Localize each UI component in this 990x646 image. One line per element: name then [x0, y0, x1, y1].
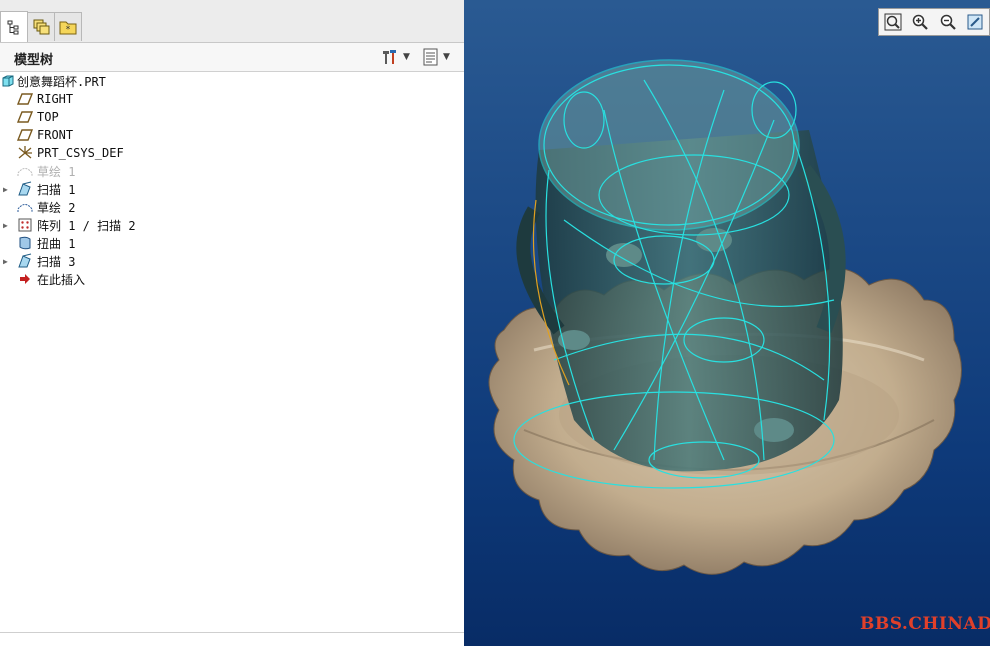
left-panel: * 模型树 ▼ ▼ 创意舞蹈杯.PRT RIGHT TOP FRONT PRT_… — [0, 0, 464, 646]
tree-item-front[interactable]: FRONT — [0, 126, 464, 144]
tree-item-csys[interactable]: PRT_CSYS_DEF — [0, 144, 464, 162]
sketch-icon — [17, 199, 33, 215]
zoom-in-icon — [913, 14, 929, 30]
sketch-icon — [17, 163, 33, 179]
zoom-fit-icon — [884, 13, 902, 31]
tree-item-sketch-2[interactable]: 草绘 2 — [0, 198, 464, 216]
part-icon — [0, 73, 16, 89]
tree-item-pattern-1[interactable]: ▶ 阵列 1 / 扫描 2 — [0, 216, 464, 234]
zoom-out-icon — [940, 14, 956, 30]
datum-plane-icon — [17, 109, 33, 125]
tree-item-right[interactable]: RIGHT — [0, 90, 464, 108]
tree-item-warp-1[interactable]: 扭曲 1 — [0, 234, 464, 252]
tools-icon — [383, 50, 396, 64]
expand-arrow-icon[interactable]: ▶ — [3, 185, 13, 194]
model-tree-tab[interactable] — [0, 11, 28, 42]
expand-arrow-icon[interactable]: ▶ — [3, 221, 13, 230]
zoom-fit-button[interactable] — [882, 11, 904, 33]
view-toolbar — [878, 8, 990, 36]
layers-icon — [33, 19, 50, 35]
cup-body — [516, 59, 846, 472]
list-icon — [423, 48, 438, 66]
tree-item-sketch-1[interactable]: 草绘 1 — [0, 162, 464, 180]
svg-text:*: * — [66, 25, 71, 35]
warp-icon — [17, 235, 33, 251]
model-tree-title: 模型树 — [14, 53, 54, 68]
sweep-icon — [17, 181, 33, 197]
repaint-button[interactable] — [964, 11, 986, 33]
datum-plane-icon — [17, 91, 33, 107]
tree-settings-button[interactable]: ▼ — [380, 47, 410, 67]
tree-item-insert-here[interactable]: 在此插入 — [0, 270, 464, 288]
layers-tab[interactable] — [27, 12, 55, 41]
csys-icon — [17, 145, 33, 161]
tree-item-sweep-1[interactable]: ▶ 扫描 1 — [0, 180, 464, 198]
navigator-tabbar: * — [0, 0, 464, 43]
model-tree-header: 模型树 ▼ ▼ — [0, 43, 464, 72]
sweep-icon — [17, 253, 33, 269]
expand-arrow-icon[interactable]: ▶ — [3, 257, 13, 266]
watermark: BBS.CHINADE.NET — [860, 614, 990, 634]
tree-icon — [7, 20, 19, 35]
zoom-in-button[interactable] — [909, 11, 931, 33]
zoom-out-button[interactable] — [937, 11, 959, 33]
pattern-icon — [17, 217, 33, 233]
tree-item-sweep-3[interactable]: ▶ 扫描 3 — [0, 252, 464, 270]
tree-item-part[interactable]: 创意舞蹈杯.PRT — [0, 72, 464, 90]
repaint-icon — [967, 14, 983, 30]
panel-bottom-divider — [0, 632, 464, 633]
datum-plane-icon — [17, 127, 33, 143]
chevron-down-icon: ▼ — [443, 52, 450, 62]
model-render — [488, 59, 962, 575]
chevron-down-icon: ▼ — [403, 52, 410, 62]
tree-item-top[interactable]: TOP — [0, 108, 464, 126]
insert-arrow-icon — [17, 271, 33, 287]
favorites-tab[interactable]: * — [54, 12, 82, 41]
tree-show-button[interactable]: ▼ — [422, 47, 450, 67]
folder-star-icon: * — [59, 21, 77, 35]
graphics-viewport[interactable]: BBS.CHINADE.NET — [464, 0, 990, 646]
